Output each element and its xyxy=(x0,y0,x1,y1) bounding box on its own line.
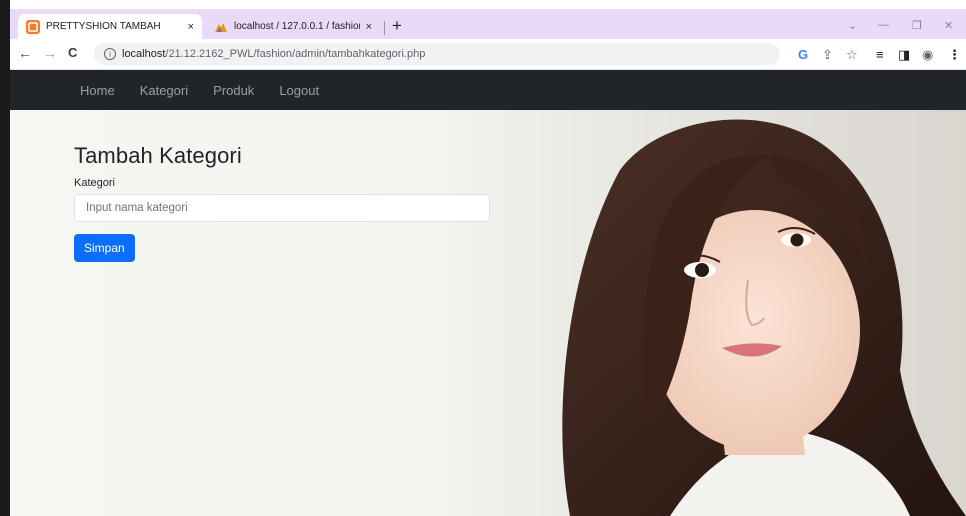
share-icon[interactable]: ⇪ xyxy=(822,47,833,63)
restore-icon[interactable]: ❐ xyxy=(912,19,922,32)
url-host: localhost xyxy=(122,48,166,60)
google-translate-icon[interactable]: G xyxy=(798,47,808,62)
nav-produk[interactable]: Produk xyxy=(213,83,254,98)
nav-kategori[interactable]: Kategori xyxy=(140,83,188,98)
tab-separator xyxy=(384,21,385,35)
tab-close-icon[interactable]: × xyxy=(366,21,372,33)
side-panel-icon[interactable]: ◨ xyxy=(898,47,910,63)
url-text: localhost/21.12.2162_PWL/fashion/admin/t… xyxy=(122,48,425,60)
minimize-icon[interactable]: — xyxy=(878,19,889,31)
tab-search-icon[interactable]: ⌄ xyxy=(848,19,857,32)
menu-kebab-icon[interactable]: ⋮ xyxy=(948,47,961,63)
new-tab-icon[interactable]: + xyxy=(392,16,402,36)
window-left-edge xyxy=(0,0,10,516)
nav-logout[interactable]: Logout xyxy=(279,83,319,98)
kategori-input[interactable] xyxy=(74,194,490,222)
window-top-edge xyxy=(0,0,966,9)
tab-title: PRETTYSHION TAMBAH xyxy=(46,21,161,32)
url-path: /21.12.2162_PWL/fashion/admin/tambahkate… xyxy=(165,48,426,60)
bookmark-star-icon[interactable]: ☆ xyxy=(846,47,858,63)
app-navbar: Home Kategori Produk Logout xyxy=(10,70,966,110)
phpmyadmin-favicon-icon xyxy=(215,22,227,32)
back-icon[interactable]: ← xyxy=(18,45,32,61)
tab-close-icon[interactable]: × xyxy=(188,21,194,33)
kategori-label: Kategori xyxy=(74,177,115,189)
reading-list-icon[interactable]: ≡ xyxy=(876,47,884,62)
address-bar[interactable]: i localhost/21.12.2162_PWL/fashion/admin… xyxy=(94,43,780,65)
browser-toolbar: ← → C i localhost/21.12.2162_PWL/fashion… xyxy=(10,39,966,70)
xampp-favicon-icon xyxy=(26,19,40,34)
profile-avatar-icon[interactable]: ◉ xyxy=(922,47,933,63)
reload-icon[interactable]: C xyxy=(68,45,77,60)
tab-title: localhost / 127.0.0.1 / fashion_21 xyxy=(234,21,360,32)
nav-home[interactable]: Home xyxy=(80,83,115,98)
tab-prettyshion[interactable]: PRETTYSHION TAMBAH × xyxy=(18,14,202,39)
simpan-button[interactable]: Simpan xyxy=(74,234,135,262)
tab-phpmyadmin[interactable]: localhost / 127.0.0.1 / fashion_21 × xyxy=(206,14,380,39)
page-title: Tambah Kategori xyxy=(74,143,242,168)
forward-icon[interactable]: → xyxy=(43,45,57,61)
close-window-icon[interactable]: ✕ xyxy=(944,19,953,32)
tambah-kategori-form: Tambah Kategori Kategori Simpan xyxy=(74,143,494,262)
browser-tab-strip: PRETTYSHION TAMBAH × localhost / 127.0.0… xyxy=(10,9,966,39)
site-info-icon[interactable]: i xyxy=(104,48,116,60)
